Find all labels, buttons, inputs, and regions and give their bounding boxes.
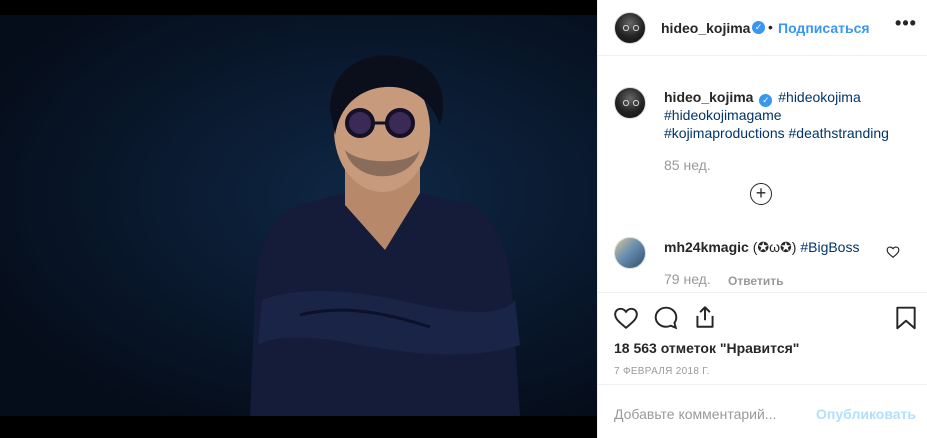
add-comment-bar: Опубликовать	[598, 384, 927, 438]
comments-list[interactable]: hideo_kojima ✓ #hideokojima #hideokojima…	[598, 57, 927, 292]
comment-input[interactable]	[614, 405, 804, 423]
post-date[interactable]: 7 ФЕВРАЛЯ 2018 Г.	[614, 366, 710, 377]
commenter-avatar[interactable]	[614, 237, 646, 269]
comment-like-heart-icon[interactable]	[886, 245, 900, 259]
avatar-glasses-icon	[622, 25, 640, 31]
comment-body: mh24kmagic (✪ω✪) #BigBoss	[664, 239, 859, 256]
post-photo[interactable]	[0, 15, 597, 416]
post-side-panel: hideo_kojima ✓ • Подписаться ••• hideo_k…	[597, 0, 927, 438]
load-more-comments-icon[interactable]: +	[750, 183, 772, 205]
verified-badge-icon: ✓	[752, 21, 765, 34]
comment-text: (✪ω✪)	[752, 239, 797, 255]
post-caption: hideo_kojima ✓ #hideokojima #hideokojima…	[664, 88, 914, 142]
comment-bubble-icon[interactable]	[653, 305, 679, 331]
caption-author-avatar[interactable]	[614, 87, 646, 119]
separator-dot: •	[768, 19, 773, 35]
caption-hashtag[interactable]: #hideokojima	[778, 89, 861, 105]
reply-button[interactable]: Ответить	[728, 274, 783, 288]
post-actions: 18 563 отметок "Нравится" 7 ФЕВРАЛЯ 2018…	[598, 292, 927, 384]
post-photo-frame	[0, 0, 597, 438]
caption-hashtag[interactable]: #deathstranding	[789, 125, 889, 141]
caption-timestamp[interactable]: 85 нед.	[664, 157, 711, 173]
more-options-button[interactable]: •••	[894, 14, 918, 36]
caption-author[interactable]: hideo_kojima	[664, 89, 753, 105]
post-header: hideo_kojima ✓ • Подписаться •••	[598, 0, 927, 56]
share-icon[interactable]	[692, 304, 718, 330]
likes-count[interactable]: 18 563 отметок "Нравится"	[614, 340, 799, 356]
verified-badge-icon: ✓	[759, 94, 773, 107]
comment-hashtag[interactable]: #BigBoss	[800, 239, 859, 255]
comment-author[interactable]: mh24kmagic	[664, 239, 749, 255]
author-avatar[interactable]	[614, 12, 646, 44]
caption-hashtag[interactable]: #hideokojimagame	[664, 107, 782, 123]
avatar-glasses-icon	[622, 100, 640, 106]
author-username[interactable]: hideo_kojima	[661, 20, 750, 36]
publish-button[interactable]: Опубликовать	[816, 406, 916, 422]
heart-icon[interactable]	[613, 305, 639, 331]
bookmark-icon[interactable]	[893, 305, 919, 331]
follow-button[interactable]: Подписаться	[778, 20, 870, 36]
caption-hashtag[interactable]: #kojimaproductions	[664, 125, 785, 141]
comment-timestamp[interactable]: 79 нед.	[664, 271, 711, 287]
